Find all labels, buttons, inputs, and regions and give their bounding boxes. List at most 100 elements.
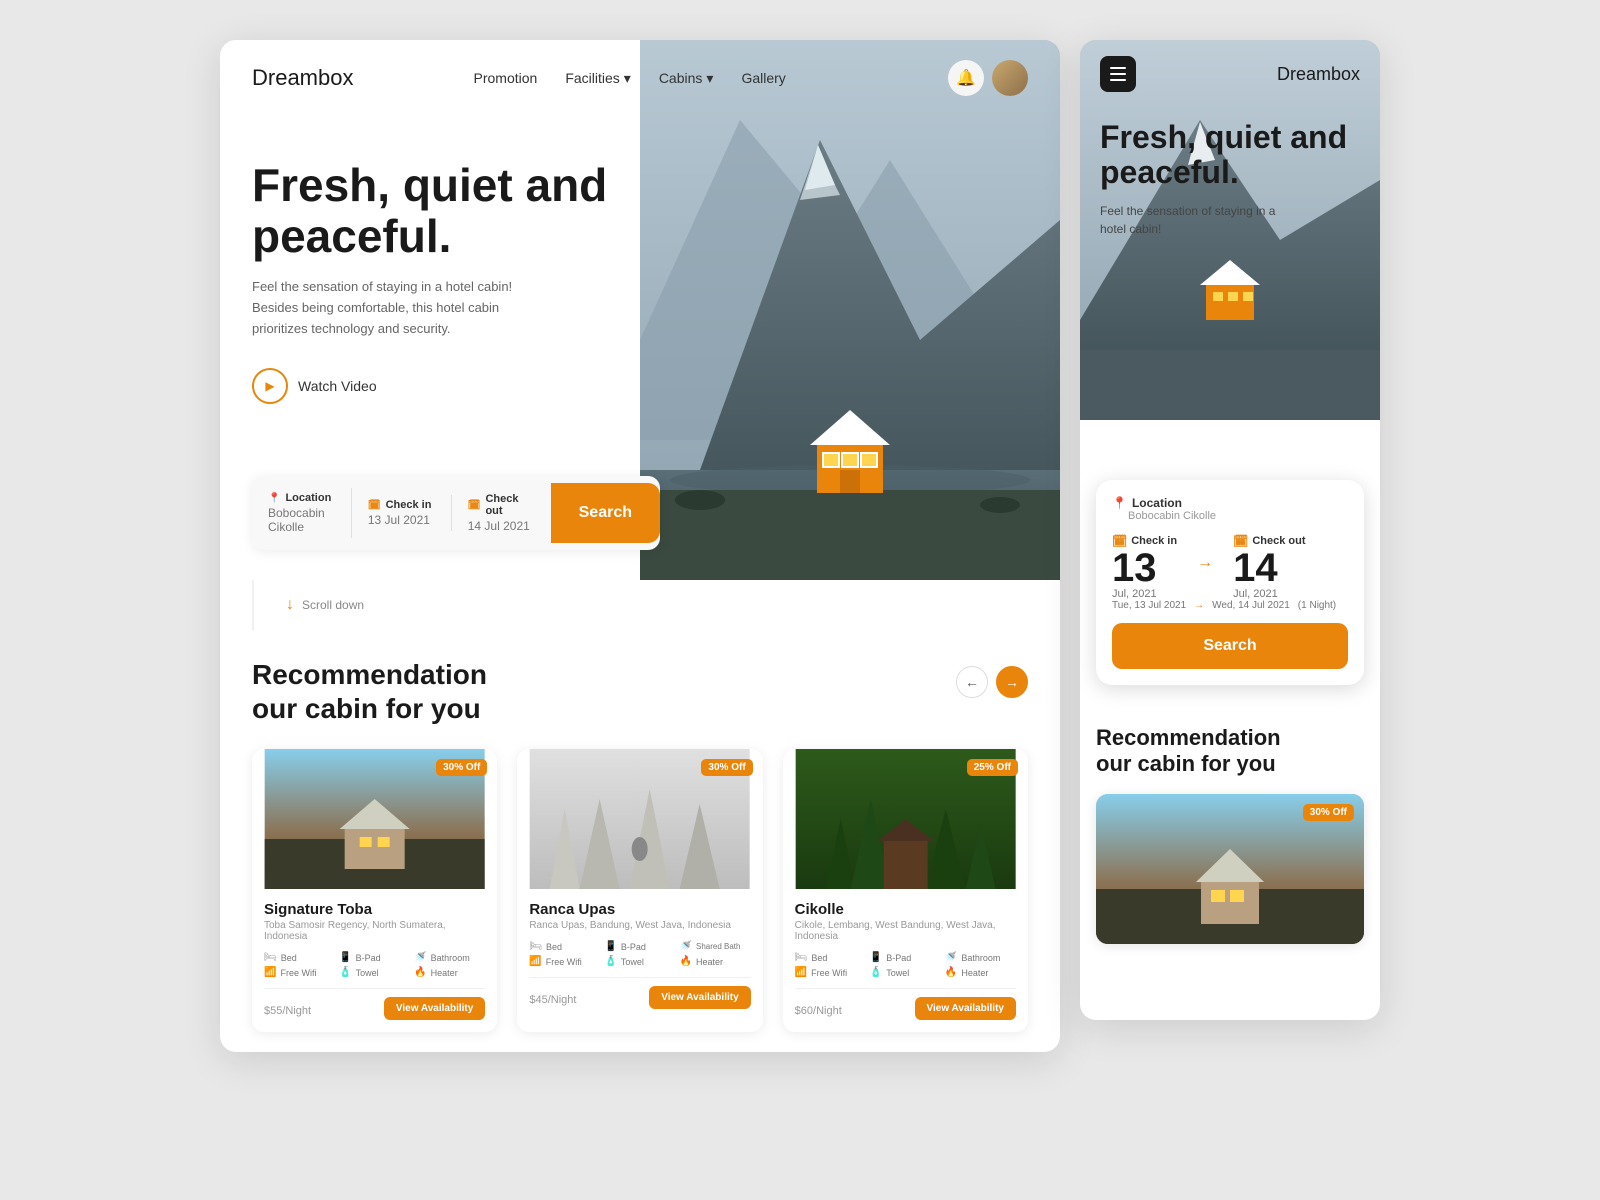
checkout-day: 14 [1233, 548, 1305, 588]
cabin-card-toba: 30% Off Signature Toba Toba Samosir Rege… [252, 749, 497, 1032]
logo[interactable]: Dreambox [252, 65, 354, 91]
location-field[interactable]: 📍 Location Bobocabin Cikolle [252, 488, 352, 538]
amenity-heater: 🔥Heater [414, 967, 485, 978]
hamburger-icon [1110, 67, 1126, 81]
mobile-cabin-card: 30% Off [1096, 794, 1364, 944]
checkin-month: Jul, 2021 [1112, 588, 1177, 600]
scroll-label: Scroll down [302, 598, 364, 612]
mobile-logo: Dreambox [1277, 64, 1360, 85]
rec-header: Recommendation our cabin for you ← → [252, 658, 1028, 725]
nav-links: Promotion Facilities ▾ Cabins ▾ Gallery [474, 70, 786, 87]
hero-description: Feel the sensation of staying in a hotel… [252, 277, 532, 339]
logo-bold: Dream [252, 65, 318, 90]
location-value: Bobocabin Cikolle [268, 506, 335, 534]
amenity-bed: 🛏Bed [264, 952, 335, 963]
hero-title: Fresh, quiet and peaceful. [252, 160, 628, 261]
card-footer-toba: $55/Night View Availability [264, 988, 485, 1020]
checkin-value: 13 Jul 2021 [368, 513, 435, 527]
view-availability-toba[interactable]: View Availability [384, 997, 485, 1020]
cabin-name-ranca: Ranca Upas [529, 901, 750, 918]
amenity-towel: 🧴Towel [870, 967, 941, 978]
mobile-card-image: 30% Off [1096, 794, 1364, 944]
amenity-bath: 🚿Bathroom [414, 952, 485, 963]
amenity-bath: 🚿Bathroom [945, 952, 1016, 963]
cabin-name-toba: Signature Toba [264, 901, 485, 918]
mobile-location-row: 📍 Location Bobocabin Cikolle [1112, 496, 1348, 522]
checkin-field[interactable]: 🗓 Check in 13 Jul 2021 [352, 495, 452, 531]
scroll-arrow-icon: ↓ [286, 596, 294, 614]
hamburger-button[interactable] [1100, 56, 1136, 92]
discount-badge-cikolle: 25% Off [967, 759, 1018, 776]
nav-gallery[interactable]: Gallery [741, 70, 785, 86]
watch-video-button[interactable]: ▶ Watch Video [252, 368, 628, 404]
view-availability-ranca[interactable]: View Availability [649, 986, 750, 1009]
calendar-out-icon: 🗓 [468, 500, 481, 511]
card-footer-cikolle: $60/Night View Availability [795, 988, 1016, 1020]
chevron-down-icon: ▾ [624, 70, 631, 87]
search-button[interactable]: Search [551, 483, 660, 543]
card-footer-ranca: $45/Night View Availability [529, 977, 750, 1009]
amenity-bed: 🛏Bed [795, 952, 866, 963]
cabin-amenities-ranca: 🛏Bed 📱B-Pad 🚿Shared Bath 📶Free Wifi 🧴Tow… [529, 941, 750, 967]
chevron-down-icon: ▾ [706, 70, 713, 87]
amenity-bpad: 📱B-Pad [339, 952, 410, 963]
scroll-down-section: ↓ Scroll down [252, 580, 1060, 630]
checkout-block: 🗓 Check out 14 Jul, 2021 [1233, 534, 1305, 600]
mobile-nav: Dreambox [1080, 40, 1380, 108]
range-arrow-icon: → [1194, 600, 1204, 611]
checkout-month: Jul, 2021 [1233, 588, 1305, 600]
notification-icon[interactable]: 🔔 [948, 60, 984, 96]
amenity-wifi: 📶Free Wifi [264, 967, 335, 978]
mobile-search-button[interactable]: Search [1112, 623, 1348, 669]
nav-facilities[interactable]: Facilities ▾ [565, 70, 631, 87]
nav-cabins[interactable]: Cabins ▾ [659, 70, 714, 87]
mobile-hero-desc: Feel the sensation of staying in a hotel… [1100, 202, 1280, 238]
mobile-rec-title: Recommendation our cabin for you [1096, 725, 1364, 778]
nav-icons: 🔔 [948, 60, 1028, 96]
discount-badge-toba: 30% Off [436, 759, 487, 776]
cabin-location-cikolle: Cikole, Lembang, West Bandung, West Java… [795, 920, 1016, 942]
amenity-bpad: 📱B-Pad [870, 952, 941, 963]
mobile-card-discount: 30% Off [1303, 804, 1354, 821]
cabin-amenities-cikolle: 🛏Bed 📱B-Pad 🚿Bathroom 📶Free Wifi 🧴Towel … [795, 952, 1016, 978]
card-body-cikolle: Cikolle Cikole, Lembang, West Bandung, W… [783, 889, 1028, 1032]
cabin-cards-container: 30% Off Signature Toba Toba Samosir Rege… [252, 749, 1028, 1032]
prev-button[interactable]: ← [956, 666, 988, 698]
card-image-toba: 30% Off [252, 749, 497, 889]
amenity-wifi: 📶Free Wifi [529, 956, 600, 967]
cabin-card-cikolle: 25% Off Cikolle Cikole, Lembang, West Ba… [783, 749, 1028, 1032]
checkout-label: Check out [485, 493, 534, 517]
view-availability-cikolle[interactable]: View Availability [915, 997, 1016, 1020]
rec-navigation: ← → [956, 666, 1028, 698]
play-icon: ▶ [252, 368, 288, 404]
hero-section: Fresh, quiet and peaceful. Feel the sens… [220, 40, 1060, 580]
checkin-label: Check in [386, 499, 432, 511]
avatar[interactable] [992, 60, 1028, 96]
cabin-name-cikolle: Cikolle [795, 901, 1016, 918]
search-bar: 📍 Location Bobocabin Cikolle 🗓 Check in … [252, 476, 660, 550]
recommendations-section: Recommendation our cabin for you ← → [220, 638, 1060, 1052]
mobile-location-value: Bobocabin Cikolle [1128, 510, 1348, 522]
calendar-icon: 🗓 [368, 500, 381, 511]
nav-promotion[interactable]: Promotion [474, 70, 538, 86]
hero-left: Fresh, quiet and peaceful. Feel the sens… [220, 40, 660, 580]
hero-image [640, 40, 1060, 580]
cabin-price-ranca: $45/Night [529, 987, 576, 1008]
amenity-towel: 🧴Towel [339, 967, 410, 978]
next-button[interactable]: → [996, 666, 1028, 698]
checkout-field[interactable]: 🗓 Check out 14 Jul 2021 [452, 489, 551, 537]
mobile-date-range: Tue, 13 Jul 2021 → Wed, 14 Jul 2021 (1 N… [1112, 600, 1348, 611]
card-image-ranca: 30% Off [517, 749, 762, 889]
checkin-block: 🗓 Check in 13 Jul, 2021 [1112, 534, 1177, 600]
checkout-value: 14 Jul 2021 [468, 519, 535, 533]
cabin-location-toba: Toba Samosir Regency, North Sumatera, In… [264, 920, 485, 942]
card-body-toba: Signature Toba Toba Samosir Regency, Nor… [252, 889, 497, 1032]
card-body-ranca: Ranca Upas Ranca Upas, Bandung, West Jav… [517, 889, 762, 1021]
pin-icon: 📍 [268, 493, 280, 504]
amenity-heater: 🔥Heater [945, 967, 1016, 978]
amenity-wifi: 📶Free Wifi [795, 967, 866, 978]
mobile-panel: Dreambox [1080, 40, 1380, 1020]
rec-title: Recommendation our cabin for you [252, 658, 487, 725]
cabin-price-cikolle: $60/Night [795, 998, 842, 1019]
location-label: Location [285, 492, 331, 504]
